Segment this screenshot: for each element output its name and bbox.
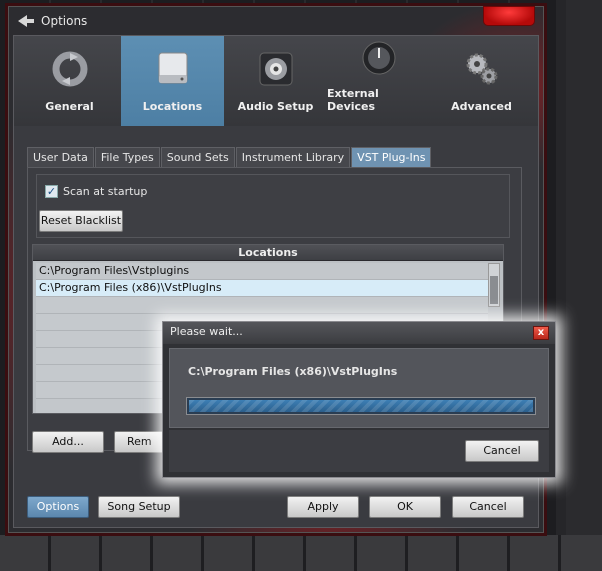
gears-icon	[459, 46, 505, 92]
background-scrollbar[interactable]	[556, 0, 602, 571]
apply-button[interactable]: Apply	[287, 496, 359, 518]
scrollbar-thumb[interactable]	[490, 276, 498, 304]
cancel-button[interactable]: Cancel	[452, 496, 524, 518]
scan-at-startup-row[interactable]: ✓ Scan at startup	[45, 185, 147, 198]
reset-blacklist-button[interactable]: Reset Blacklist	[39, 210, 123, 232]
ok-button[interactable]: OK	[369, 496, 441, 518]
dialog-body: C:\Program Files (x86)\VstPlugIns	[169, 348, 549, 428]
tab-label: External Devices	[327, 87, 379, 113]
scan-at-startup-label: Scan at startup	[63, 185, 148, 198]
drive-icon	[150, 46, 196, 92]
scan-at-startup-checkbox[interactable]: ✓	[45, 185, 58, 198]
options-button[interactable]: Options	[27, 496, 89, 518]
add-location-button[interactable]: Add...	[32, 431, 104, 453]
tab-instrument-library[interactable]: Instrument Library	[235, 147, 351, 167]
speaker-icon	[253, 46, 299, 92]
tab-general[interactable]: General	[18, 36, 121, 126]
location-row[interactable]: C:\Program Files (x86)\VstPlugIns	[36, 280, 488, 297]
tab-user-data[interactable]: User Data	[27, 147, 94, 167]
locations-header: Locations	[33, 245, 503, 261]
list-item	[36, 297, 488, 314]
refresh-icon	[47, 46, 93, 92]
progress-fill	[189, 400, 533, 412]
location-row[interactable]: C:\Program Files\Vstplugins	[36, 263, 488, 280]
tab-label: Advanced	[451, 100, 512, 113]
window-close-button[interactable]	[483, 6, 535, 26]
app-logo-icon	[18, 15, 34, 27]
title-bar[interactable]: Options	[9, 6, 543, 35]
tab-vst-plug-ins[interactable]: VST Plug-Ins	[351, 147, 432, 167]
tab-label: Locations	[142, 100, 203, 113]
dialog-close-icon[interactable]: x	[533, 326, 549, 340]
tab-sound-sets[interactable]: Sound Sets	[160, 147, 235, 167]
scan-path: C:\Program Files (x86)\VstPlugIns	[188, 365, 398, 378]
please-wait-dialog: Please wait... x C:\Program Files (x86)\…	[162, 321, 556, 478]
song-setup-button[interactable]: Song Setup	[98, 496, 180, 518]
tab-advanced[interactable]: Advanced	[430, 36, 533, 126]
dialog-title[interactable]: Please wait...	[163, 322, 555, 344]
background-timeline	[0, 535, 602, 571]
locations-scrollbar[interactable]	[488, 263, 500, 307]
tab-locations[interactable]: Locations	[121, 36, 224, 126]
scrollbar-track[interactable]	[556, 0, 566, 571]
scan-group: ✓ Scan at startup Reset Blacklist	[36, 174, 510, 238]
dialog-footer: Cancel	[169, 430, 549, 472]
sub-tabs: User Data File Types Sound Sets Instrume…	[27, 147, 522, 167]
tab-label: Audio Setup	[237, 100, 314, 113]
tab-file-types[interactable]: File Types	[94, 147, 160, 167]
knob-icon	[356, 36, 402, 79]
tab-external-devices[interactable]: External Devices	[327, 36, 430, 126]
dialog-cancel-button[interactable]: Cancel	[465, 440, 539, 462]
main-tabs: General Locations Audio Setup External D…	[14, 36, 538, 126]
window-title: Options	[41, 14, 88, 28]
scan-progress-bar	[186, 397, 536, 415]
tab-audio-setup[interactable]: Audio Setup	[224, 36, 327, 126]
tab-label: General	[45, 100, 94, 113]
